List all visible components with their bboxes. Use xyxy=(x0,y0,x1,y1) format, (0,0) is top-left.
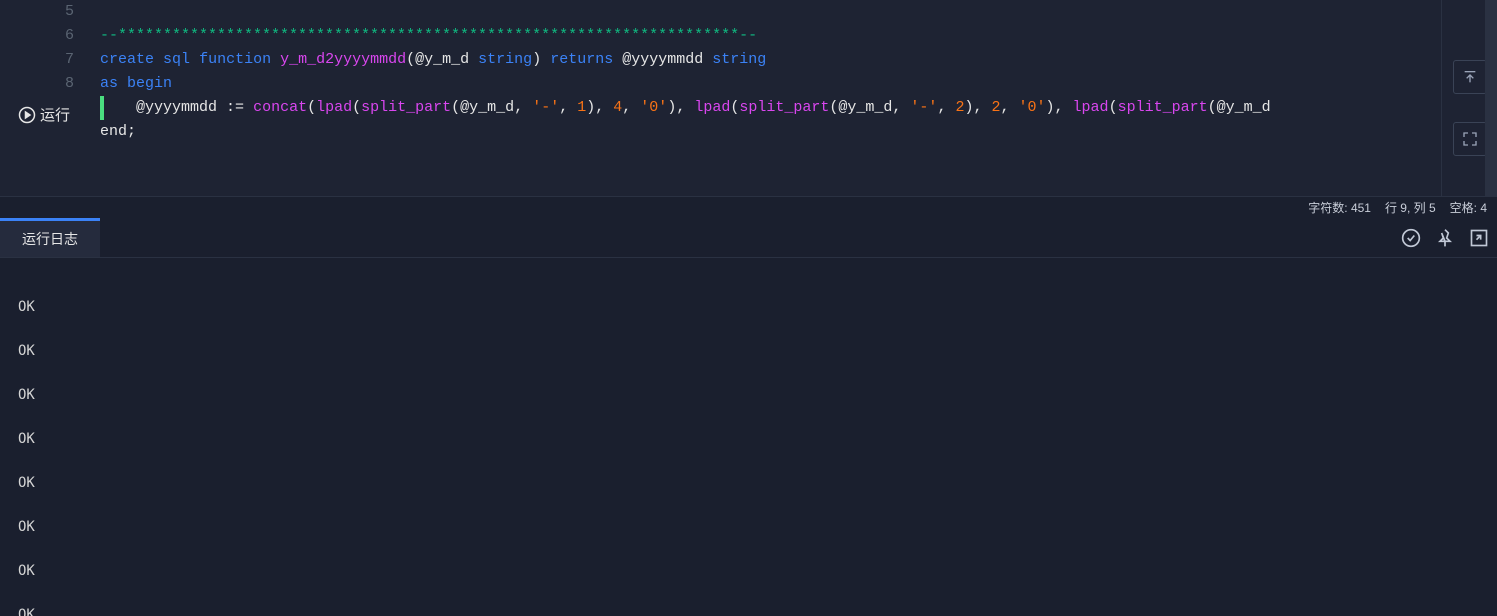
expand-log-button[interactable] xyxy=(1469,228,1489,248)
log-line: OK xyxy=(18,560,1479,582)
log-line: OK xyxy=(18,472,1479,494)
num: 1 xyxy=(577,99,586,116)
param: @y_m_d xyxy=(1217,99,1271,116)
fullscreen-button[interactable] xyxy=(1453,122,1487,156)
code-editor[interactable]: 5 6 7 8 --******************************… xyxy=(0,0,1497,196)
fn: lpad xyxy=(316,99,352,116)
line-number: 5 xyxy=(0,0,92,24)
pin-button[interactable] xyxy=(1435,228,1455,248)
log-toolbar xyxy=(1401,218,1489,257)
fn: y_m_d2yyyymmdd xyxy=(280,51,406,68)
kw: as xyxy=(100,75,118,92)
kw: begin xyxy=(127,75,172,92)
kw: sql xyxy=(163,51,190,68)
line-gutter: 5 6 7 8 xyxy=(0,0,92,196)
log-line: OK xyxy=(18,384,1479,406)
app-root: 5 6 7 8 --******************************… xyxy=(0,0,1497,616)
status-char-count: 字符数: 451 xyxy=(1308,199,1371,216)
str: '0' xyxy=(640,99,667,116)
param: @y_m_d xyxy=(838,99,892,116)
kw: string xyxy=(478,51,532,68)
log-line: OK xyxy=(18,428,1479,450)
num: 4 xyxy=(613,99,622,116)
str: '-' xyxy=(532,99,559,116)
status-bar: 字符数: 451 行 9, 列 5 空格: 4 xyxy=(0,196,1497,218)
str: '-' xyxy=(910,99,937,116)
code-content[interactable]: --**************************************… xyxy=(100,0,1437,168)
fn: concat xyxy=(253,99,307,116)
kw: create xyxy=(100,51,154,68)
num: 2 xyxy=(991,99,1000,116)
fn: split_part xyxy=(1118,99,1208,116)
status-cursor-pos: 行 9, 列 5 xyxy=(1385,199,1436,216)
fn: lpad xyxy=(694,99,730,116)
param: @yyyymmdd xyxy=(622,51,703,68)
log-panel: 运行日志 OK OK OK OK OK OK OK OK FAILED: ODP… xyxy=(0,218,1497,616)
param: @y_m_d xyxy=(415,51,469,68)
line-number: 8 xyxy=(0,72,92,96)
go-top-button[interactable] xyxy=(1453,60,1487,94)
log-line: OK xyxy=(18,604,1479,616)
run-button[interactable]: 运行 xyxy=(18,104,70,125)
line-number: 6 xyxy=(0,24,92,48)
editor-scrollbar[interactable] xyxy=(1485,0,1497,196)
code-comment: --**************************************… xyxy=(100,27,757,44)
kw: returns xyxy=(550,51,613,68)
log-output[interactable]: OK OK OK OK OK OK OK OK FAILED: ODPS-013… xyxy=(0,258,1497,616)
log-line: OK xyxy=(18,296,1479,318)
kw: string xyxy=(712,51,766,68)
line-number: 7 xyxy=(0,48,92,72)
str: '0' xyxy=(1019,99,1046,116)
log-tabs: 运行日志 xyxy=(0,218,1497,258)
expand-icon xyxy=(1462,131,1478,147)
pin-icon xyxy=(1435,228,1455,248)
check-circle-button[interactable] xyxy=(1401,228,1421,248)
fn: split_part xyxy=(361,99,451,116)
check-circle-icon xyxy=(1401,228,1421,248)
status-indent: 空格: 4 xyxy=(1450,199,1487,216)
param: @y_m_d xyxy=(460,99,514,116)
code-end: end; xyxy=(100,123,136,140)
param: @yyyymmdd xyxy=(136,99,217,116)
log-line: OK xyxy=(18,340,1479,362)
log-line: OK xyxy=(18,516,1479,538)
arrow-top-icon xyxy=(1462,69,1478,85)
op: := xyxy=(226,99,244,116)
tab-run-log[interactable]: 运行日志 xyxy=(0,218,100,257)
maximize-icon xyxy=(1469,228,1489,248)
fn: split_part xyxy=(739,99,829,116)
kw: function xyxy=(199,51,271,68)
run-label: 运行 xyxy=(40,104,70,125)
fn: lpad xyxy=(1073,99,1109,116)
play-circle-icon xyxy=(18,106,36,124)
